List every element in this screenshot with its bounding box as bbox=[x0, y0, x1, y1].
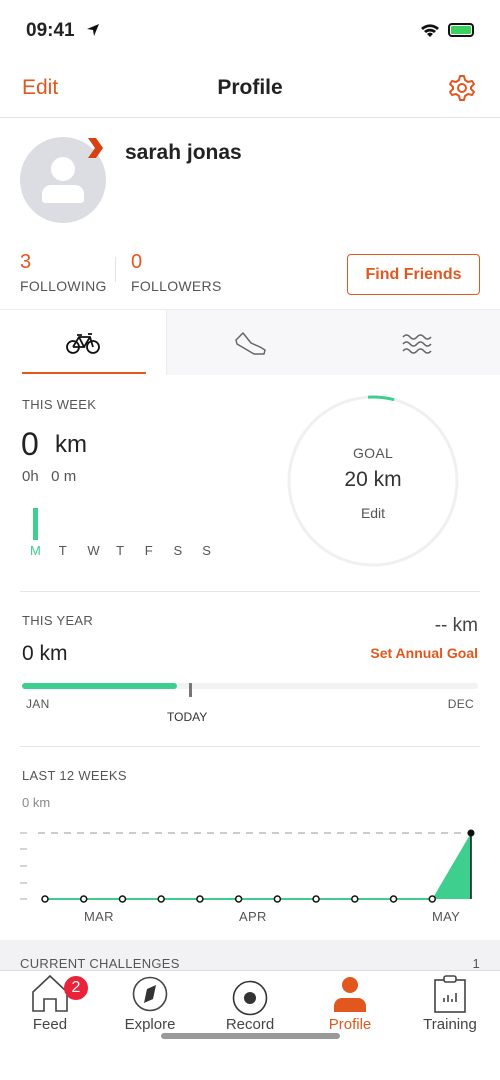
location-icon bbox=[87, 24, 99, 36]
annual-goal-value: -- km bbox=[434, 615, 478, 636]
month-label: MAR bbox=[84, 909, 114, 924]
data-point bbox=[118, 895, 127, 903]
header-divider bbox=[0, 117, 500, 118]
challenges-count: 1 bbox=[472, 956, 480, 971]
subscriber-chevron-icon bbox=[88, 138, 103, 158]
week-distance-unit: km bbox=[55, 431, 87, 458]
battery-icon bbox=[448, 23, 474, 37]
weekday-label: T bbox=[58, 543, 67, 558]
page-title: Profile bbox=[217, 76, 283, 99]
tab-ride[interactable] bbox=[0, 310, 167, 375]
year-progress-fill bbox=[22, 683, 178, 689]
tab-swim[interactable] bbox=[333, 310, 500, 375]
weekday-label: T bbox=[116, 543, 125, 558]
nav-training[interactable]: Training bbox=[400, 972, 500, 1033]
data-point bbox=[312, 895, 320, 903]
last-12-weeks-label: LAST 12 WEEKS bbox=[22, 768, 127, 783]
following-count[interactable]: 3 bbox=[20, 251, 31, 274]
data-point bbox=[157, 895, 165, 903]
goal-value: 20 km bbox=[344, 468, 402, 491]
data-point bbox=[428, 895, 437, 903]
clipboard-icon bbox=[434, 975, 466, 1013]
weekday-label: S bbox=[173, 543, 183, 558]
year-progress-track bbox=[22, 683, 478, 689]
athlete-name: sarah jonas bbox=[125, 141, 242, 164]
weekly-chart[interactable] bbox=[0, 820, 500, 910]
swim-icon bbox=[401, 333, 432, 354]
weekday-label: W bbox=[87, 543, 100, 558]
weekday-label: S bbox=[202, 543, 211, 558]
year-distance: 0 km bbox=[22, 642, 68, 665]
year-end-label: DEC bbox=[447, 697, 474, 711]
home-indicator[interactable] bbox=[161, 1033, 340, 1039]
data-point bbox=[196, 895, 204, 903]
selected-data-point bbox=[467, 829, 475, 837]
followers-count[interactable]: 0 bbox=[131, 251, 142, 274]
week-time: 0h 0 m bbox=[22, 468, 77, 485]
nav-label: Feed bbox=[32, 1016, 68, 1033]
following-label[interactable]: FOLLOWING bbox=[20, 278, 107, 294]
status-time: 09:41 bbox=[26, 20, 75, 41]
set-annual-goal-button[interactable]: Set Annual Goal bbox=[370, 645, 478, 661]
weeks-value: 0 km bbox=[22, 795, 51, 810]
data-point bbox=[351, 895, 359, 903]
nav-label: Record bbox=[225, 1016, 275, 1033]
bike-icon bbox=[66, 332, 100, 354]
compass-icon bbox=[132, 976, 168, 1012]
wifi-icon bbox=[421, 24, 439, 37]
nav-record[interactable]: Record bbox=[200, 972, 300, 1033]
notification-badge: 2 bbox=[64, 976, 88, 1000]
section-divider bbox=[20, 746, 480, 747]
nav-label: Explore bbox=[124, 1016, 176, 1033]
shoe-icon bbox=[234, 331, 266, 355]
this-week-label: THIS WEEK bbox=[22, 397, 97, 412]
tab-run[interactable] bbox=[167, 310, 334, 375]
person-icon bbox=[334, 977, 366, 1012]
data-point bbox=[234, 895, 243, 903]
nav-label: Training bbox=[423, 1016, 477, 1033]
data-point bbox=[41, 895, 49, 903]
data-point bbox=[79, 895, 88, 903]
week-distance: 0 bbox=[21, 426, 39, 462]
stats-divider bbox=[115, 257, 116, 282]
goal-label: GOAL bbox=[352, 445, 394, 461]
today-label: TODAY bbox=[167, 710, 208, 724]
nav-feed[interactable]: 2 Feed bbox=[0, 972, 100, 1033]
goal-progress-arc bbox=[367, 395, 395, 402]
month-label: APR bbox=[239, 909, 267, 924]
nav-profile[interactable]: Profile bbox=[300, 972, 400, 1033]
selected-week-area bbox=[432, 833, 471, 899]
data-point bbox=[273, 895, 282, 903]
followers-label[interactable]: FOLLOWERS bbox=[131, 278, 222, 294]
nav-explore[interactable]: Explore bbox=[100, 972, 200, 1033]
this-year-label: THIS YEAR bbox=[22, 613, 94, 628]
nav-label: Profile bbox=[328, 1016, 372, 1033]
challenges-header[interactable]: CURRENT CHALLENGES 1 bbox=[0, 940, 500, 972]
gear-icon[interactable] bbox=[448, 74, 476, 102]
weekday-label: M bbox=[30, 543, 41, 558]
section-divider bbox=[20, 591, 480, 592]
monday-bar bbox=[33, 508, 38, 540]
today-marker bbox=[189, 683, 193, 697]
record-icon bbox=[232, 980, 268, 1016]
month-label: MAY bbox=[432, 909, 461, 924]
challenges-label: CURRENT CHALLENGES bbox=[20, 956, 180, 971]
weekday-label: F bbox=[144, 543, 153, 558]
year-start-label: JAN bbox=[26, 697, 50, 711]
goal-edit-button[interactable]: Edit bbox=[286, 505, 460, 521]
find-friends-button[interactable]: Find Friends bbox=[347, 254, 480, 295]
data-point bbox=[389, 895, 398, 903]
home-icon bbox=[32, 974, 68, 1012]
